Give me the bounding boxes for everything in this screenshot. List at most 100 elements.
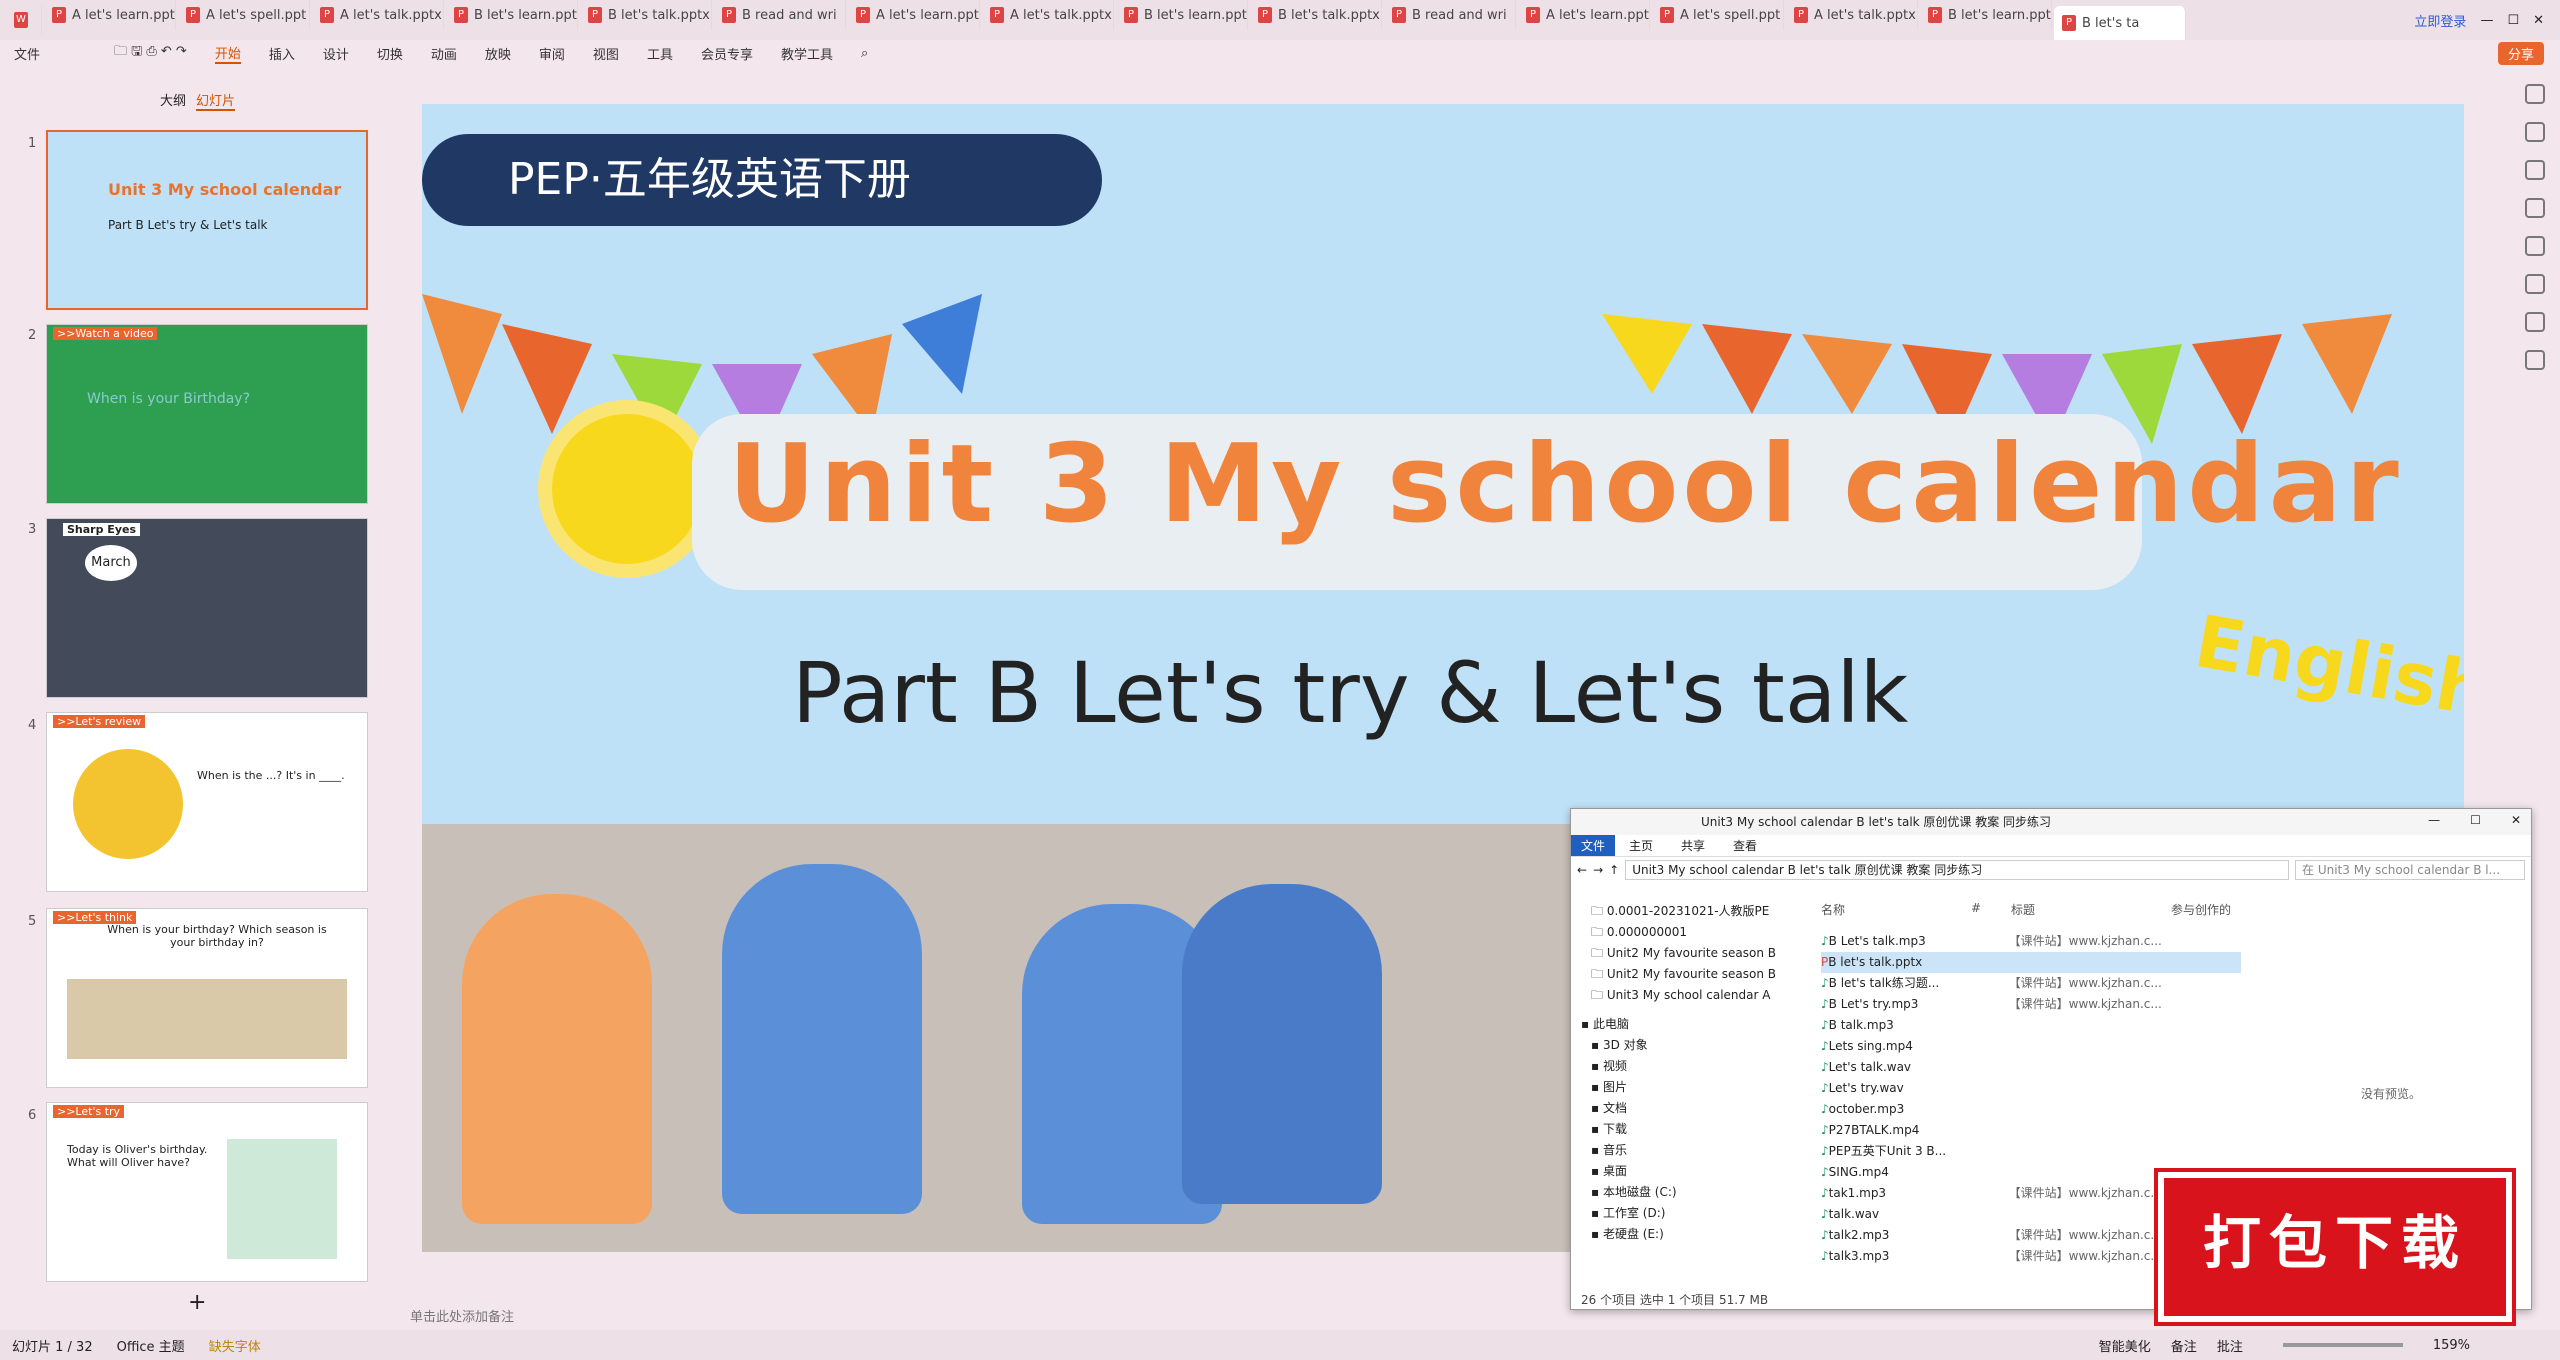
ribbon-file[interactable]: 文件 <box>1571 835 1616 856</box>
col-name[interactable]: 名称 <box>1821 901 1971 918</box>
beautify-button[interactable]: 智能美化 <box>2099 1336 2151 1355</box>
tab-document[interactable]: P A let's spell.ppt <box>1652 0 1784 30</box>
tab-document[interactable]: P B let's talk.pptx <box>580 0 712 30</box>
tab-document[interactable]: P A let's talk.pptx <box>982 0 1114 30</box>
tree-item[interactable]: ▪ 老硬盘 (E:) <box>1577 1224 1797 1245</box>
copy-icon[interactable] <box>2525 160 2545 180</box>
menu-animation[interactable]: 动画 <box>431 44 457 63</box>
login-link[interactable]: 立即登录 <box>2414 11 2466 30</box>
up-icon[interactable]: ↑ <box>1609 863 1619 877</box>
file-row[interactable]: ♪ B talk.mp3 <box>1821 1015 2241 1036</box>
menu-insert[interactable]: 插入 <box>269 44 295 63</box>
comment-button[interactable]: 批注 <box>2217 1336 2243 1355</box>
file-row[interactable]: ♪ Let's try.wav <box>1821 1078 2241 1099</box>
tab-document[interactable]: P A let's talk.pptx <box>312 0 444 30</box>
tab-document[interactable]: P B let's learn.ppt <box>446 0 578 30</box>
tree-item[interactable]: ▪ 文档 <box>1577 1098 1797 1119</box>
tree-item[interactable]: 🗀 Unit2 My favourite season B <box>1577 943 1797 964</box>
slide-thumb-4[interactable]: >>Let's review When is the ...? It's in … <box>46 712 368 892</box>
col-number[interactable]: # <box>1971 901 2011 918</box>
menu-member[interactable]: 会员专享 <box>701 44 753 63</box>
add-slide-button[interactable]: + <box>188 1290 206 1315</box>
file-row[interactable]: ♪ PEP五英下Unit 3 B... <box>1821 1141 2241 1162</box>
file-row[interactable]: ♪ P27BTALK.mp4 <box>1821 1120 2241 1141</box>
book-icon[interactable] <box>2525 274 2545 294</box>
menu-slideshow[interactable]: 放映 <box>485 44 511 63</box>
slide-thumb-2[interactable]: >>Watch a video When is your Birthday? <box>46 324 368 504</box>
forward-icon[interactable]: → <box>1593 863 1603 877</box>
menu-tools[interactable]: 工具 <box>647 44 673 63</box>
file-row[interactable]: ♪ B let's talk练习题... 【课件站】www.kjzhan.c... <box>1821 973 2241 994</box>
close-icon[interactable]: ✕ <box>2511 813 2521 827</box>
zoom-level[interactable]: 159% <box>2433 1338 2470 1353</box>
file-row[interactable]: ♪ october.mp3 <box>1821 1099 2241 1120</box>
theme-label[interactable]: Office 主题 <box>117 1336 185 1355</box>
tree-item[interactable]: ▪ 音乐 <box>1577 1140 1797 1161</box>
file-row[interactable]: ♪ Let's talk.wav <box>1821 1057 2241 1078</box>
tree-item[interactable]: ▪ 此电脑 <box>1577 1014 1797 1035</box>
tree-item[interactable]: 🗀 0.0001-20231021-人教版PE <box>1577 901 1797 922</box>
tree-item[interactable]: ▪ 下载 <box>1577 1119 1797 1140</box>
tree-item[interactable]: ▪ 图片 <box>1577 1077 1797 1098</box>
slide-thumb-1[interactable]: Unit 3 My school calendar Part B Let's t… <box>46 130 368 310</box>
tools-icon[interactable] <box>2525 236 2545 256</box>
col-contrib[interactable]: 参与创作的 <box>2171 901 2261 918</box>
tree-item[interactable]: 🗀 Unit2 My favourite season B <box>1577 964 1797 985</box>
tree-item[interactable]: ▪ 视频 <box>1577 1056 1797 1077</box>
close-icon[interactable]: ✕ <box>2533 13 2544 28</box>
wps-logo-icon[interactable]: W <box>2 5 42 35</box>
maximize-icon[interactable]: ☐ <box>2470 813 2481 827</box>
ribbon-view[interactable]: 查看 <box>1719 835 1771 856</box>
search-icon[interactable]: ⌕ <box>861 46 868 61</box>
file-row[interactable]: P B let's talk.pptx <box>1821 952 2241 973</box>
tab-document[interactable]: P B let's talk.pptx <box>1250 0 1382 30</box>
slide-thumb-3[interactable]: Sharp Eyes March <box>46 518 368 698</box>
tab-document[interactable]: P A let's learn.ppt <box>1518 0 1650 30</box>
tab-document[interactable]: P B let's learn.ppt <box>1920 0 2052 30</box>
share-button[interactable]: 分享 <box>2497 41 2544 65</box>
adjust-icon[interactable] <box>2525 84 2545 104</box>
maximize-icon[interactable]: ☐ <box>2507 13 2519 28</box>
settings-icon[interactable] <box>2525 350 2545 370</box>
menu-home[interactable]: 开始 <box>214 43 241 64</box>
tab-document[interactable]: P B let's ta <box>2054 6 2186 40</box>
tab-slides[interactable]: 幻灯片 <box>196 90 236 111</box>
ribbon-home[interactable]: 主页 <box>1615 835 1667 856</box>
tree-item[interactable]: ▪ 3D 对象 <box>1577 1035 1797 1056</box>
image-icon[interactable] <box>2525 198 2545 218</box>
menu-design[interactable]: 设计 <box>323 44 349 63</box>
tree-item[interactable]: ▪ 桌面 <box>1577 1161 1797 1182</box>
tab-document[interactable]: P B read and wri <box>714 0 846 30</box>
menu-transition[interactable]: 切换 <box>377 44 403 63</box>
col-title[interactable]: 标题 <box>2011 901 2171 918</box>
tree-item[interactable]: ▪ 本地磁盘 (C:) <box>1577 1182 1797 1203</box>
ribbon-share[interactable]: 共享 <box>1667 835 1719 856</box>
menu-view[interactable]: 视图 <box>593 44 619 63</box>
tab-document[interactable]: P B let's learn.ppt <box>1116 0 1248 30</box>
slide-thumb-5[interactable]: >>Let's think When is your birthday? Whi… <box>46 908 368 1088</box>
minimize-icon[interactable]: — <box>2428 813 2440 827</box>
tab-document[interactable]: P A let's spell.ppt <box>178 0 310 30</box>
file-row[interactable]: ♪ B Let's try.mp3 【课件站】www.kjzhan.c... <box>1821 994 2241 1015</box>
file-row[interactable]: ♪ Lets sing.mp4 <box>1821 1036 2241 1057</box>
tab-outline[interactable]: 大纲 <box>160 90 186 109</box>
menu-file[interactable]: 文件 <box>14 44 40 63</box>
download-banner[interactable]: 打包下载 <box>2158 1172 2512 1322</box>
minimize-icon[interactable]: — <box>2480 13 2493 28</box>
tab-document[interactable]: P A let's talk.pptx <box>1786 0 1918 30</box>
back-icon[interactable]: ← <box>1577 863 1587 877</box>
tree-item[interactable]: ▪ 工作室 (D:) <box>1577 1203 1797 1224</box>
search-input[interactable]: 在 Unit3 My school calendar B l... <box>2295 860 2525 880</box>
menu-teaching[interactable]: 教学工具 <box>781 44 833 63</box>
notes-button[interactable]: 备注 <box>2171 1336 2197 1355</box>
file-row[interactable]: ♪ B Let's talk.mp3 【课件站】www.kjzhan.c... <box>1821 931 2241 952</box>
missing-font-label[interactable]: 缺失字体 <box>209 1336 261 1355</box>
star-icon[interactable] <box>2525 122 2545 142</box>
tab-document[interactable]: P A let's learn.ppt <box>44 0 176 30</box>
slide-thumb-6[interactable]: >>Let's try Today is Oliver's birthday. … <box>46 1102 368 1282</box>
address-bar[interactable]: Unit3 My school calendar B let's talk 原创… <box>1625 860 2289 880</box>
tab-document[interactable]: P B read and wri <box>1384 0 1516 30</box>
tree-item[interactable]: 🗀 0.000000001 <box>1577 922 1797 943</box>
tree-item[interactable]: 🗀 Unit3 My school calendar A <box>1577 985 1797 1006</box>
help-icon[interactable] <box>2525 312 2545 332</box>
